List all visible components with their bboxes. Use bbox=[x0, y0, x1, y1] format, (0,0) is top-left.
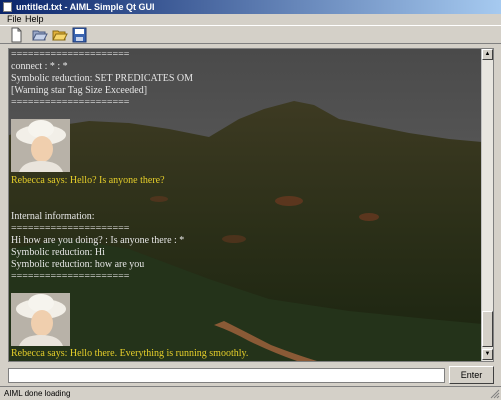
rebecca-avatar bbox=[11, 119, 70, 172]
title-bar: untitled.txt - AIML Simple Qt GUI bbox=[0, 0, 501, 14]
chat-line: connect : * : * bbox=[11, 61, 68, 72]
avatar bbox=[11, 293, 70, 346]
scroll-up-arrow-icon[interactable]: ▲ bbox=[482, 49, 493, 60]
menu-help[interactable]: Help bbox=[22, 14, 47, 25]
new-file-icon bbox=[11, 27, 22, 43]
resize-grip-icon[interactable] bbox=[490, 389, 500, 399]
status-text: AIML done loading bbox=[4, 389, 71, 398]
document-icon bbox=[3, 2, 12, 12]
new-file-button[interactable] bbox=[8, 27, 25, 43]
window-title: untitled.txt - AIML Simple Qt GUI bbox=[16, 2, 155, 12]
chat-line: Rebecca says: Hello there. Everything is… bbox=[11, 348, 249, 359]
chat-line: Symbolic reduction: how are you bbox=[11, 259, 145, 270]
chat-line: [Warning star Tag Size Exceeded] bbox=[11, 85, 148, 96]
chat-line: ===================== bbox=[11, 223, 130, 234]
chat-display[interactable]: ===================== connect : * : * Sy… bbox=[8, 48, 494, 362]
chat-line: Hi how are you doing? : Is anyone there … bbox=[11, 235, 185, 246]
scrollbar-thumb[interactable] bbox=[482, 311, 493, 347]
rebecca-avatar bbox=[11, 293, 70, 346]
chat-line: Rebecca says: Hello? Is anyone there? bbox=[11, 175, 165, 186]
vertical-scrollbar[interactable]: ▲ ▼ bbox=[481, 49, 493, 361]
chat-line: Symbolic reduction: Hi bbox=[11, 247, 105, 258]
enter-button[interactable]: Enter bbox=[449, 366, 494, 384]
save-disk-icon bbox=[72, 27, 87, 43]
open-recent-button[interactable] bbox=[51, 27, 68, 43]
chat-line: Internal information: bbox=[11, 211, 95, 222]
menu-bar: File Help bbox=[0, 14, 501, 25]
open-folder-icon bbox=[32, 30, 48, 41]
status-bar: AIML done loading bbox=[0, 386, 501, 400]
open-button[interactable] bbox=[31, 27, 48, 43]
avatar bbox=[11, 119, 70, 172]
toolbar bbox=[0, 25, 501, 44]
chat-line: ===================== bbox=[11, 49, 130, 60]
open-folder-icon bbox=[52, 30, 68, 41]
scroll-down-arrow-icon[interactable]: ▼ bbox=[482, 349, 493, 360]
chat-line: ===================== bbox=[11, 271, 130, 282]
message-input[interactable] bbox=[8, 368, 445, 383]
chat-line: Symbolic reduction: SET PREDICATES OM bbox=[11, 73, 194, 84]
save-button[interactable] bbox=[71, 27, 88, 43]
chat-line: ===================== bbox=[11, 97, 130, 108]
